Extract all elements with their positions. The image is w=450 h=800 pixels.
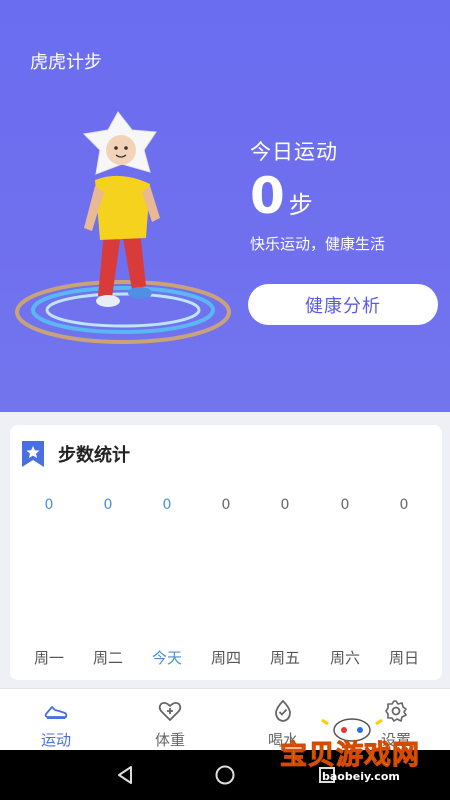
today-label: 今日运动 (250, 140, 338, 164)
tab-weight-label: 体重 (154, 731, 185, 749)
day-label[interactable]: 周五 (260, 647, 310, 668)
tab-weight[interactable]: 体重 (125, 689, 215, 751)
day-steps-value: 0 (221, 497, 231, 513)
tab-sport[interactable]: 运动 (11, 689, 101, 751)
day-label[interactable]: 周六 (320, 647, 370, 668)
day-steps-value: 0 (103, 497, 113, 513)
app-title: 虎虎计步 (30, 52, 102, 73)
sneaker-icon (44, 706, 68, 719)
steps-unit: 步 (288, 191, 313, 219)
steps-display: 0 步 (250, 168, 313, 224)
day-label[interactable]: 周二 (83, 647, 133, 668)
day-label[interactable]: 周四 (201, 647, 251, 668)
day-steps-value: 0 (162, 497, 172, 513)
step-stats-card: 步数统计 0 周一 0 周二 0 今天 0 周四 0 周五 0 周六 0 周日 (10, 425, 442, 680)
health-analysis-button[interactable]: 健康分析 (248, 284, 438, 325)
hero-panel: 虎虎计步 今日运动 0 步 快乐运动，健康生活 健康分析 (0, 0, 450, 412)
day-steps-value: 0 (44, 497, 54, 513)
day-steps-value: 0 (280, 497, 290, 513)
day-label[interactable]: 周一 (24, 647, 74, 668)
back-icon[interactable] (114, 764, 136, 786)
day-steps-value: 0 (340, 497, 350, 513)
slogan-text: 快乐运动，健康生活 (250, 235, 386, 253)
stats-header: 步数统计 (22, 441, 130, 467)
stats-title: 步数统计 (58, 445, 130, 466)
check-shield-icon (275, 699, 291, 722)
watermark-url: baobeiy.com (322, 770, 400, 783)
home-icon[interactable] (214, 764, 236, 786)
day-label[interactable]: 周日 (379, 647, 429, 668)
tab-sport-label: 运动 (40, 731, 71, 749)
day-steps-value: 0 (399, 497, 409, 513)
bookmark-star-icon (22, 441, 44, 467)
heart-plus-icon (158, 701, 182, 721)
steps-value: 0 (250, 167, 285, 225)
watermark-text: 宝贝游戏网 (280, 740, 420, 772)
mascot-illustration (15, 111, 231, 344)
day-label[interactable]: 今天 (142, 647, 192, 668)
